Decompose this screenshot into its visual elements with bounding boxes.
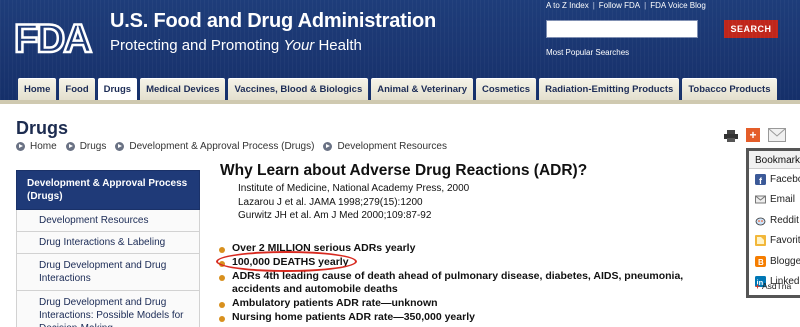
utility-links: A to Z Index | Follow FDA | FDA Voice Blog — [546, 1, 706, 10]
bookmark-label: Reddit — [770, 214, 799, 226]
fact-item-continuation: accidents and automobile deaths — [232, 283, 398, 296]
bookmark-blogger[interactable]: B Blogger — [749, 251, 800, 272]
bookmark-label: Email — [770, 194, 796, 206]
fda-logo[interactable]: FDA — [12, 14, 98, 58]
content-heading: Why Learn about Adverse Drug Reactions (… — [220, 162, 588, 179]
breadcrumb-approval-process[interactable]: Development & Approval Process (Drugs) — [129, 141, 314, 152]
bookmark-email[interactable]: Email — [749, 190, 800, 211]
tab-animal-veterinary[interactable]: Animal & Veterinary — [371, 78, 474, 100]
search-button[interactable]: SEARCH — [724, 20, 778, 38]
util-link-a-to-z[interactable]: A to Z Index — [546, 1, 589, 10]
tab-food[interactable]: Food — [59, 78, 95, 100]
red-circle-annotation — [216, 251, 357, 272]
reference-line: Institute of Medicine, National Academy … — [238, 183, 470, 194]
search-input[interactable] — [546, 20, 698, 38]
sidebar-item-drug-interactions-labeling[interactable]: Drug Interactions & Labeling — [16, 232, 200, 254]
breadcrumb-drugs[interactable]: Drugs — [80, 141, 107, 152]
email-icon[interactable] — [768, 128, 786, 142]
plus-icon: + — [755, 281, 760, 291]
sidebar-heading[interactable]: Development & Approval Process (Drugs) — [16, 170, 200, 210]
sidebar-item-development-resources[interactable]: Development Resources — [16, 210, 200, 232]
print-icon[interactable] — [724, 130, 738, 142]
bookmark-reddit[interactable]: Reddit — [749, 210, 800, 231]
bookmark-favorites[interactable]: Favorites — [749, 231, 800, 252]
tab-cosmetics[interactable]: Cosmetics — [476, 78, 537, 100]
breadcrumb-arrow-icon — [16, 142, 25, 151]
util-link-voice-blog[interactable]: FDA Voice Blog — [650, 1, 706, 10]
breadcrumb-home[interactable]: Home — [30, 141, 57, 152]
separator: | — [644, 1, 647, 10]
sidebar-item-drug-development-interactions[interactable]: Drug Development and Drug Interactions — [16, 254, 200, 291]
page-title: Drugs — [16, 118, 69, 138]
tagline-suffix: Health — [314, 37, 362, 54]
tagline-emphasis: Your — [283, 37, 315, 54]
reddit-icon — [755, 217, 766, 226]
facebook-icon: f — [755, 173, 766, 185]
bookmark-facebook[interactable]: f Facebook — [749, 169, 800, 190]
breadcrumb-development-resources: Development Resources — [337, 141, 447, 152]
sidebar-item-possible-models[interactable]: Drug Development and Drug Interactions: … — [16, 291, 200, 327]
reference-line: Lazarou J et al. JAMA 1998;279(15):1200 — [238, 196, 423, 208]
addthis-label: AsdTna — [761, 281, 792, 291]
breadcrumb-arrow-icon — [115, 142, 125, 151]
share-plus-icon[interactable]: + — [746, 128, 760, 142]
references: Institute of Medicine, National Academy … — [238, 182, 469, 223]
agency-tagline: Protecting and Promoting Your Health — [110, 37, 362, 54]
bookmark-label: Facebook — [770, 173, 800, 185]
breadcrumb-arrow-icon — [65, 142, 75, 151]
bookmark-title: Bookmark — [749, 151, 800, 169]
tab-medical-devices[interactable]: Medical Devices — [140, 78, 226, 100]
tab-radiation-products[interactable]: Radiation-Emitting Products — [539, 78, 680, 100]
bookmark-label: Blogger — [770, 255, 800, 267]
favorites-icon — [755, 235, 766, 247]
separator: | — [592, 1, 595, 10]
sidebar: Development & Approval Process (Drugs) D… — [16, 170, 200, 327]
site-header: FDA U.S. Food and Drug Administration Pr… — [0, 0, 800, 100]
tab-tobacco-products[interactable]: Tobacco Products — [682, 78, 777, 100]
nav-underline — [0, 100, 800, 104]
tab-vaccines[interactable]: Vaccines, Blood & Biologics — [228, 78, 369, 100]
tagline-prefix: Protecting and Promoting — [110, 37, 284, 54]
fact-item: Nursing home patients ADR rate—350,000 y… — [218, 311, 683, 325]
bookmark-panel: Bookmark f Facebook Email Reddit Favorit… — [746, 148, 800, 298]
fact-item: Ambulatory patients ADR rate—unknown — [218, 297, 683, 311]
breadcrumb-arrow-icon — [323, 142, 333, 151]
email-icon — [755, 195, 766, 204]
reference-line: Gurwitz JH et al. Am J Med 2000;109:87-9… — [238, 210, 432, 221]
blogger-icon: B — [755, 255, 766, 267]
bookmark-label: Favorites — [770, 235, 800, 247]
svg-text:B: B — [758, 258, 764, 267]
tab-home[interactable]: Home — [18, 78, 57, 100]
breadcrumb: Home Drugs Development & Approval Proces… — [16, 141, 456, 152]
tab-drugs[interactable]: Drugs — [97, 78, 138, 100]
util-link-follow-fda[interactable]: Follow FDA — [599, 1, 640, 10]
main-nav: Home Food Drugs Medical Devices Vaccines… — [18, 78, 777, 100]
svg-text:FDA: FDA — [14, 17, 91, 58]
agency-name[interactable]: U.S. Food and Drug Administration — [110, 10, 436, 33]
popular-searches-link[interactable]: Most Popular Searches — [546, 48, 629, 57]
addthis-footer[interactable]: + AsdTna — [749, 281, 791, 291]
